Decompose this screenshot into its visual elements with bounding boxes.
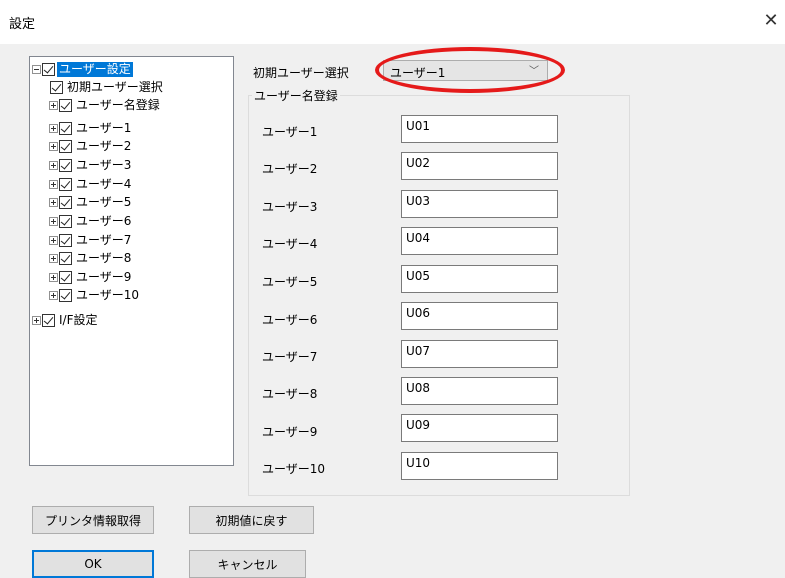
tree-node-label: ユーザー6 (76, 214, 132, 228)
user-2-label: ユーザー2 (262, 162, 318, 176)
tree-node-user-9[interactable]: ユーザー9 (49, 269, 133, 286)
checkbox-icon[interactable] (50, 81, 63, 94)
user-1-field[interactable]: U01 (401, 115, 558, 143)
checkbox-icon[interactable] (59, 196, 72, 209)
tree-node-user-1[interactable]: ユーザー1 (49, 120, 133, 137)
user-6-label: ユーザー6 (262, 313, 318, 327)
expand-icon[interactable] (49, 254, 58, 263)
user-9-label: ユーザー9 (262, 425, 318, 439)
user-5-label: ユーザー5 (262, 275, 318, 289)
expand-icon[interactable] (49, 198, 58, 207)
expand-icon[interactable] (49, 273, 58, 282)
user-8-field[interactable]: U08 (401, 377, 558, 405)
tree-node-user-5[interactable]: ユーザー5 (49, 194, 133, 211)
expand-icon[interactable] (49, 180, 58, 189)
tree-node-label: ユーザー8 (76, 251, 132, 265)
group-title: ユーザー名登録 (252, 87, 340, 104)
collapse-icon[interactable] (32, 65, 41, 74)
user-6-field[interactable]: U06 (401, 302, 558, 330)
checkbox-icon[interactable] (59, 122, 72, 135)
tree-node-label: ユーザー5 (76, 195, 132, 209)
title-bar: 設定 ✕ (0, 0, 785, 44)
tree-node-user-10[interactable]: ユーザー10 (49, 287, 141, 304)
tree-node-user-8[interactable]: ユーザー8 (49, 250, 133, 267)
checkbox-icon[interactable] (59, 271, 72, 284)
get-printer-info-button[interactable]: プリンタ情報取得 (32, 506, 154, 534)
tree-node-label: ユーザー9 (76, 270, 132, 284)
tree-node-if-settings[interactable]: I/F設定 (32, 312, 100, 329)
expand-icon[interactable] (32, 316, 41, 325)
tree-node-label: ユーザー2 (76, 139, 132, 153)
user-8-label: ユーザー8 (262, 387, 318, 401)
user-7-field[interactable]: U07 (401, 340, 558, 368)
expand-icon[interactable] (49, 142, 58, 151)
expand-icon[interactable] (49, 101, 58, 110)
tree-node-label: ユーザー1 (76, 121, 132, 135)
checkbox-icon[interactable] (59, 99, 72, 112)
tree-node-label: 初期ユーザー選択 (67, 80, 163, 94)
tree-node-user-3[interactable]: ユーザー3 (49, 157, 133, 174)
initial-user-value: ユーザー1 (390, 66, 446, 80)
expand-icon[interactable] (49, 124, 58, 133)
checkbox-icon[interactable] (59, 159, 72, 172)
user-10-field[interactable]: U10 (401, 452, 558, 480)
expand-icon[interactable] (49, 217, 58, 226)
tree-node-initial-user[interactable]: 初期ユーザー選択 (50, 79, 165, 96)
user-5-field[interactable]: U05 (401, 265, 558, 293)
cancel-button[interactable]: キャンセル (189, 550, 306, 578)
close-icon[interactable]: ✕ (760, 10, 782, 32)
tree-node-user-2[interactable]: ユーザー2 (49, 138, 133, 155)
tree-node-label: ユーザー4 (76, 177, 132, 191)
checkbox-icon[interactable] (59, 178, 72, 191)
checkbox-icon[interactable] (42, 314, 55, 327)
checkbox-icon[interactable] (59, 215, 72, 228)
tree-node-label: ユーザー設定 (57, 62, 133, 77)
user-10-label: ユーザー10 (262, 462, 326, 476)
tree-node-user-6[interactable]: ユーザー6 (49, 213, 133, 230)
reset-defaults-button[interactable]: 初期値に戻す (189, 506, 314, 534)
initial-user-select[interactable]: ユーザー1 ﹀ (383, 60, 548, 81)
expand-icon[interactable] (49, 161, 58, 170)
tree-node-label: ユーザー7 (76, 233, 132, 247)
checkbox-icon[interactable] (59, 234, 72, 247)
user-3-field[interactable]: U03 (401, 190, 558, 218)
tree-node-user-name-registration[interactable]: ユーザー名登録 (49, 97, 162, 114)
ok-button[interactable]: OK (32, 550, 154, 578)
expand-icon[interactable] (49, 291, 58, 300)
checkbox-icon[interactable] (42, 63, 55, 76)
checkbox-icon[interactable] (59, 140, 72, 153)
tree-node-label: ユーザー3 (76, 158, 132, 172)
tree-node-label: ユーザー名登録 (76, 98, 160, 112)
checkbox-icon[interactable] (59, 252, 72, 265)
checkbox-icon[interactable] (59, 289, 72, 302)
initial-user-label: 初期ユーザー選択 (253, 66, 349, 80)
settings-tree[interactable]: ユーザー設定 初期ユーザー選択 ユーザー名登録 ユーザー1 ユーザー2 ユーザー… (29, 56, 234, 466)
settings-dialog: 設定 ✕ ユーザー設定 初期ユーザー選択 ユーザー名登録 ユーザー1 ユーザー2 (0, 0, 785, 578)
user-4-field[interactable]: U04 (401, 227, 558, 255)
user-2-field[interactable]: U02 (401, 152, 558, 180)
user-4-label: ユーザー4 (262, 237, 318, 251)
tree-node-label: I/F設定 (59, 313, 98, 327)
tree-node-user-4[interactable]: ユーザー4 (49, 176, 133, 193)
tree-node-user-7[interactable]: ユーザー7 (49, 232, 133, 249)
chevron-down-icon[interactable]: ﹀ (529, 62, 539, 77)
expand-icon[interactable] (49, 236, 58, 245)
tree-node-label: ユーザー10 (76, 288, 140, 302)
dialog-title: 設定 (9, 17, 36, 32)
user-1-label: ユーザー1 (262, 125, 318, 139)
user-7-label: ユーザー7 (262, 350, 318, 364)
tree-node-user-settings[interactable]: ユーザー設定 (32, 61, 133, 78)
user-3-label: ユーザー3 (262, 200, 318, 214)
user-9-field[interactable]: U09 (401, 414, 558, 442)
